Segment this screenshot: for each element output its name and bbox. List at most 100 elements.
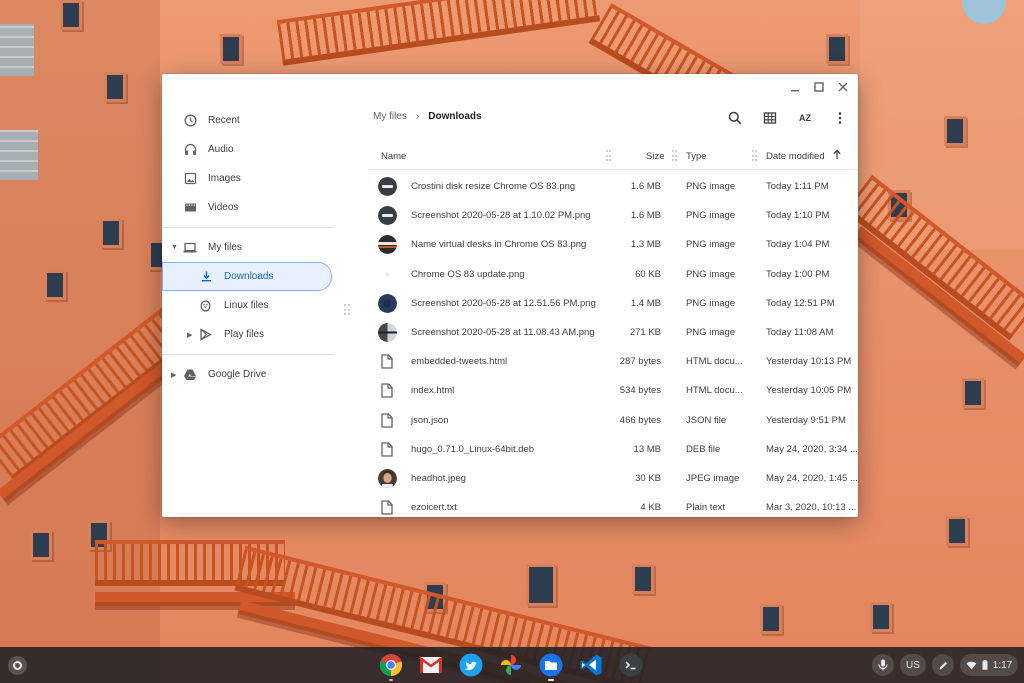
file-type: PNG image — [686, 297, 736, 309]
terminal-app[interactable] — [618, 652, 644, 678]
sidebar-item-label: Downloads — [224, 271, 274, 282]
column-header-name[interactable]: Name — [381, 151, 406, 162]
sidebar-item-audio[interactable]: Audio — [162, 135, 342, 164]
file-date-modified: Yesterday 10:13 PM — [766, 356, 852, 368]
vscode-app[interactable] — [578, 652, 604, 678]
gmail-icon — [419, 657, 443, 673]
column-header-size[interactable]: Size — [646, 151, 664, 162]
file-row[interactable]: headhot.jpeg 30 KB JPEG image May 24, 2020,… — [368, 465, 858, 494]
breadcrumb-my-files[interactable]: My files — [373, 111, 407, 122]
column-resize-grip[interactable] — [752, 150, 757, 162]
building-window — [826, 34, 848, 64]
file-date-modified: Today 1:00 PM — [766, 268, 830, 280]
sidebar-item-recent[interactable]: Recent — [162, 106, 342, 135]
microphone-icon — [878, 659, 888, 671]
file-type: HTML docu... — [686, 385, 743, 397]
file-row[interactable]: hugo_0.71.0_Linux-64bit.deb 13 MB DEB file… — [368, 436, 858, 465]
file-row[interactable]: ezoicert.txt 4 KB Plain text Mar 3, 2020, 1… — [368, 494, 858, 517]
sidebar-item-downloads[interactable]: Downloads — [162, 262, 332, 291]
glass-block — [0, 24, 34, 76]
file-size: 466 bytes — [619, 414, 661, 426]
twitter-app[interactable] — [458, 652, 484, 678]
file-row[interactable]: embedded-tweets.html 287 bytes HTML docu..… — [368, 348, 858, 377]
photos-app[interactable] — [498, 652, 524, 678]
file-row[interactable]: index.html 534 bytes HTML docu... Yesterday… — [368, 377, 858, 406]
building-window — [60, 0, 82, 30]
staircase-rail — [276, 0, 601, 66]
file-thumbnail-icon — [378, 206, 397, 226]
files-app[interactable] — [538, 652, 564, 681]
terminal-icon — [619, 653, 643, 677]
stylus-tools-button[interactable] — [932, 654, 954, 676]
more-options-button[interactable] — [830, 108, 850, 128]
file-thumbnail-icon — [378, 468, 397, 488]
column-resize-grip[interactable] — [606, 150, 611, 162]
sidebar-item-play-files[interactable]: ▶ Play files — [162, 320, 342, 349]
breadcrumb: My files › Downloads — [373, 111, 482, 122]
column-header-date-modified[interactable]: Date modified — [766, 151, 825, 162]
file-name: ezoicert.txt — [411, 502, 457, 514]
file-row[interactable]: Name virtual desks in Chrome OS 83.png 1.… — [368, 231, 858, 260]
expand-arrow-icon[interactable]: ▼ — [171, 244, 178, 251]
file-name: embedded-tweets.html — [411, 356, 508, 368]
file-size: 1.6 MB — [630, 181, 661, 192]
file-date-modified: Today 11:08 AM — [766, 326, 834, 338]
file-row[interactable]: Screenshot 2020-05-28 at 11.08.43 AM.png… — [368, 319, 858, 348]
twitter-icon — [459, 653, 483, 677]
sidebar: Recent Audio Images Videos ▼ My files Do… — [162, 74, 342, 517]
file-icon — [381, 442, 393, 457]
search-button[interactable] — [725, 108, 745, 128]
headphones-icon — [183, 143, 197, 157]
grid-view-button[interactable] — [760, 108, 780, 128]
breadcrumb-downloads[interactable]: Downloads — [428, 111, 481, 122]
file-thumbnail-icon — [378, 265, 397, 284]
building-window — [870, 602, 892, 632]
file-size: 271 KB — [629, 326, 661, 338]
vscode-icon — [580, 654, 602, 676]
file-name: headhot.jpeg — [411, 472, 466, 484]
main-panel: My files › Downloads AZ Name Size Type D… — [368, 74, 858, 517]
file-name: Chrome OS 83 update.png — [411, 268, 525, 280]
voice-input-button[interactable] — [872, 654, 894, 676]
file-size: 1.3 MB — [630, 239, 661, 251]
file-type: JPEG image — [686, 472, 740, 484]
sidebar-item-label: Linux files — [224, 300, 269, 311]
file-type: PNG image — [686, 181, 736, 192]
sort-az-button[interactable]: AZ — [795, 108, 815, 128]
file-row[interactable]: json.json 466 bytes JSON file Yesterday 9:5… — [368, 407, 858, 436]
sidebar-item-images[interactable]: Images — [162, 164, 342, 193]
chrome-app[interactable] — [378, 652, 404, 681]
sidebar-item-videos[interactable]: Videos — [162, 193, 342, 222]
file-thumbnail-icon — [378, 322, 397, 342]
building-window — [632, 564, 654, 594]
expand-arrow-icon[interactable]: ▶ — [187, 331, 192, 339]
ime-indicator[interactable]: US — [900, 654, 926, 676]
file-row[interactable]: Chrome OS 83 update.png 60 KB PNG image Tod… — [368, 261, 858, 290]
sidebar-item-label: Audio — [208, 144, 234, 155]
sidebar-divider — [162, 354, 334, 355]
pen-icon — [939, 661, 947, 669]
column-resize-grip[interactable] — [672, 150, 677, 162]
sidebar-resize-handle[interactable] — [344, 304, 350, 316]
expand-arrow-icon[interactable]: ▶ — [171, 371, 176, 379]
file-row[interactable]: Crostini disk resize Chrome OS 83.png 1.6… — [368, 173, 858, 202]
file-row[interactable]: Screenshot 2020-05-28 at 12.51.56 PM.png… — [368, 290, 858, 319]
building-window — [946, 516, 968, 546]
sidebar-item-google-drive[interactable]: ▶ Google Drive — [162, 360, 342, 389]
gmail-app[interactable] — [418, 652, 444, 678]
file-type: DEB file — [686, 443, 721, 455]
file-type: PNG image — [686, 268, 736, 280]
battery-icon — [982, 660, 988, 670]
sidebar-item-linux-files[interactable]: Linux files — [162, 291, 342, 320]
launcher-button[interactable] — [8, 656, 27, 675]
file-icon — [381, 500, 393, 515]
sidebar-item-my-files[interactable]: ▼ My files — [162, 233, 342, 262]
file-row[interactable]: Screenshot 2020-05-28 at 1.10.02 PM.png 1… — [368, 202, 858, 231]
file-size: 4 KB — [640, 502, 661, 514]
file-name: Screenshot 2020-05-28 at 11.08.43 AM.png — [411, 326, 595, 338]
sidebar-item-label: Google Drive — [208, 369, 267, 380]
sort-ascending-arrow-icon — [832, 149, 842, 163]
system-tray[interactable]: 1:17 — [960, 654, 1018, 676]
sidebar-item-label: My files — [208, 242, 242, 253]
column-header-type[interactable]: Type — [686, 151, 707, 162]
